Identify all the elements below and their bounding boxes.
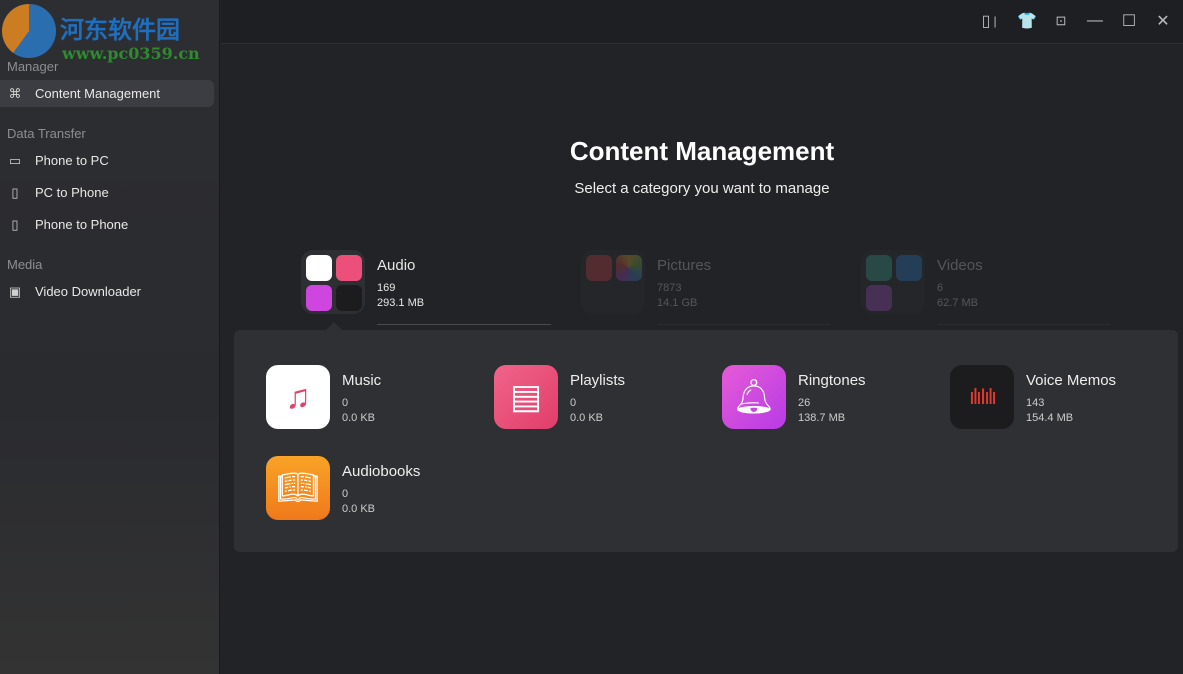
subcategory-ringtones[interactable]: 🔔︎ Ringtones 26 138.7 MB [722, 365, 942, 429]
sidebar-item-content-management[interactable]: ⌘ Content Management [0, 80, 214, 107]
sidebar-item-label: Phone to PC [35, 153, 109, 168]
category-count: 7873 [657, 282, 682, 294]
audiobook-icon: 📖︎ [266, 456, 330, 520]
subcategory-playlists[interactable]: ▤ Playlists 0 0.0 KB [494, 365, 714, 429]
category-size: 14.1 GB [657, 297, 698, 309]
category-size: 293.1 MB [377, 297, 425, 309]
watermark-text: 河东软件园 [60, 15, 180, 44]
category-count: 169 [377, 282, 396, 294]
sidebar: 河东软件园 www.pc0359.cn Manager ⌘ Content Man… [0, 0, 220, 674]
section-manager: Manager [7, 59, 59, 74]
category-count: 6 [937, 282, 944, 294]
sidebar-item-label: Content Management [35, 86, 161, 101]
close-icon[interactable]: ✕ [1154, 12, 1172, 30]
subcategory-voice-memos[interactable]: ılıIılı Voice Memos 143 154.4 MB [950, 365, 1170, 429]
download-video-icon: ▣ [8, 283, 22, 299]
music-note-icon: ♫ [266, 365, 330, 429]
section-media: Media [7, 257, 43, 272]
category-audio[interactable]: Audio 169 293.1 MB [301, 250, 551, 326]
title-bar: ▯ | 👕 ⊡ — ☐ ✕ [221, 0, 1183, 44]
subcategory-music[interactable]: ♫ Music 0 0.0 KB [266, 365, 486, 429]
section-data-transfer: Data Transfer [7, 126, 86, 141]
category-pictures[interactable]: Pictures 7873 14.1 GB [581, 250, 831, 326]
subcategory-count: 26 [798, 397, 811, 409]
divider [377, 324, 551, 325]
subcategory-name: Voice Memos [1026, 372, 1117, 389]
grid-icon: ⌘ [8, 85, 22, 101]
monitor-icon: ▭ [8, 152, 22, 168]
minimize-icon[interactable]: — [1086, 12, 1104, 30]
category-name: Pictures [657, 257, 712, 274]
sidebar-item-label: PC to Phone [35, 185, 109, 200]
waveform-icon: ılıIılı [950, 365, 1014, 429]
subcategory-size: 0.0 KB [342, 412, 376, 424]
category-name: Audio [377, 257, 416, 274]
divider [657, 324, 831, 325]
tshirt-icon[interactable]: 👕 [1017, 12, 1037, 30]
subcategory-size: 0.0 KB [570, 412, 604, 424]
selection-pointer [326, 322, 342, 330]
sidebar-item-phone-to-pc[interactable]: ▭ Phone to PC [0, 147, 214, 174]
subcategory-count: 0 [342, 397, 349, 409]
playlist-icon: ▤ [494, 365, 558, 429]
subcategory-audiobooks[interactable]: 📖︎ Audiobooks 0 0.0 KB [266, 456, 486, 520]
subcategory-size: 0.0 KB [342, 503, 376, 515]
bell-icon: 🔔︎ [722, 365, 786, 429]
dropdown-menu-icon[interactable]: ⊡ [1052, 12, 1070, 30]
pictures-icon [581, 250, 645, 314]
subcategory-name: Music [342, 372, 382, 389]
phones-icon: ▯ [11, 216, 19, 232]
sidebar-item-label: Phone to Phone [35, 217, 129, 232]
subcategory-count: 143 [1026, 397, 1045, 409]
divider [937, 324, 1111, 325]
maximize-icon[interactable]: ☐ [1120, 12, 1138, 30]
watermark-logo: 河东软件园 www.pc0359.cn [2, 4, 200, 63]
page-title: Content Management [569, 136, 835, 166]
audio-icon [301, 250, 365, 314]
subcategory-panel: ♫ Music 0 0.0 KB ▤ Playlists 0 0.0 KB 🔔︎… [234, 330, 1178, 552]
subcategory-name: Ringtones [798, 372, 866, 389]
watermark-url: www.pc0359.cn [62, 44, 200, 63]
watermark-logo-icon [2, 4, 56, 58]
divider: | [993, 14, 997, 28]
subcategory-name: Audiobooks [342, 463, 421, 480]
category-name: Videos [937, 257, 983, 274]
subcategory-size: 138.7 MB [798, 412, 846, 424]
page-subtitle: Select a category you want to manage [574, 180, 830, 197]
subcategory-count: 0 [342, 488, 349, 500]
sidebar-item-video-downloader[interactable]: ▣ Video Downloader [0, 278, 214, 305]
subcategory-name: Playlists [570, 372, 626, 389]
phone-plus-icon: ▯ [11, 184, 19, 200]
sidebar-item-label: Video Downloader [35, 284, 141, 299]
videos-icon [861, 250, 925, 314]
category-size: 62.7 MB [937, 297, 978, 309]
sidebar-item-phone-to-phone[interactable]: ▯ Phone to Phone [0, 211, 214, 238]
category-videos[interactable]: Videos 6 62.7 MB [861, 250, 1111, 326]
subcategory-count: 0 [570, 397, 577, 409]
subcategory-size: 154.4 MB [1026, 412, 1074, 424]
sidebar-item-pc-to-phone[interactable]: ▯ PC to Phone [0, 179, 214, 206]
